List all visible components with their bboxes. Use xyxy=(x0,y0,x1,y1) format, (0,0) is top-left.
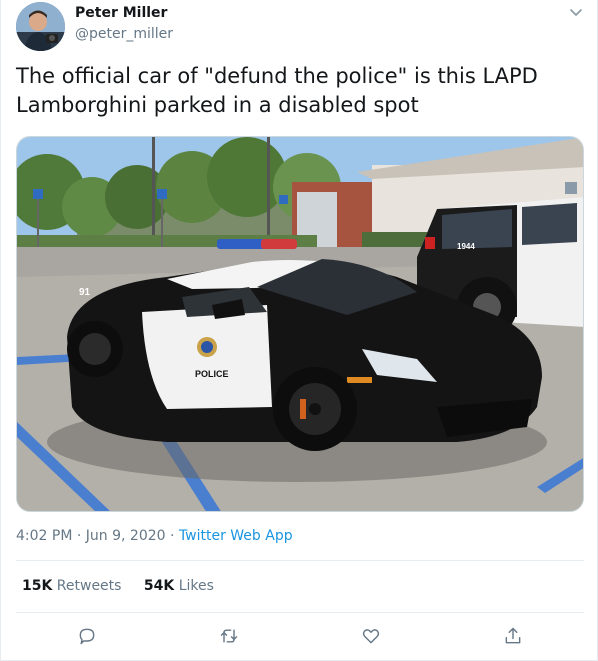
meta-separator: · xyxy=(170,528,179,544)
author-handle[interactable]: @peter_miller xyxy=(75,26,173,42)
tweet-time[interactable]: 4:02 PM xyxy=(16,528,72,544)
divider xyxy=(16,612,584,613)
retweets-count: 15K xyxy=(22,578,53,594)
tweet-source-link[interactable]: Twitter Web App xyxy=(179,528,293,544)
avatar[interactable] xyxy=(16,2,65,51)
car-door-text: POLICE xyxy=(195,369,229,379)
tweet-card: Peter Miller @peter_miller The official … xyxy=(0,0,598,661)
meta-separator: · xyxy=(76,528,86,544)
retweet-icon[interactable] xyxy=(219,626,239,646)
tweet-date[interactable]: Jun 9, 2020 xyxy=(86,528,166,544)
divider xyxy=(16,560,584,561)
background-car-number: 1944 xyxy=(457,242,475,251)
retweets-stat[interactable]: 15K Retweets xyxy=(22,578,121,594)
share-icon[interactable] xyxy=(503,626,523,646)
chevron-down-icon[interactable] xyxy=(568,4,584,20)
heart-icon[interactable] xyxy=(361,626,381,646)
likes-stat[interactable]: 54K Likes xyxy=(144,578,214,594)
tweet-meta: 4:02 PM · Jun 9, 2020 · Twitter Web App xyxy=(16,528,293,544)
author-name[interactable]: Peter Miller xyxy=(75,5,167,21)
reply-icon[interactable] xyxy=(77,626,97,646)
tweet-media-photo[interactable]: 1944 POLICE 91 xyxy=(16,136,584,512)
car-number: 91 xyxy=(79,287,91,298)
retweets-label: Retweets xyxy=(56,578,122,594)
likes-count: 54K xyxy=(143,578,175,594)
tweet-text: The official car of "defund the police" … xyxy=(16,64,538,117)
likes-label: Likes xyxy=(178,578,214,594)
tweet-stats: 15K Retweets 54K Likes xyxy=(22,578,232,594)
